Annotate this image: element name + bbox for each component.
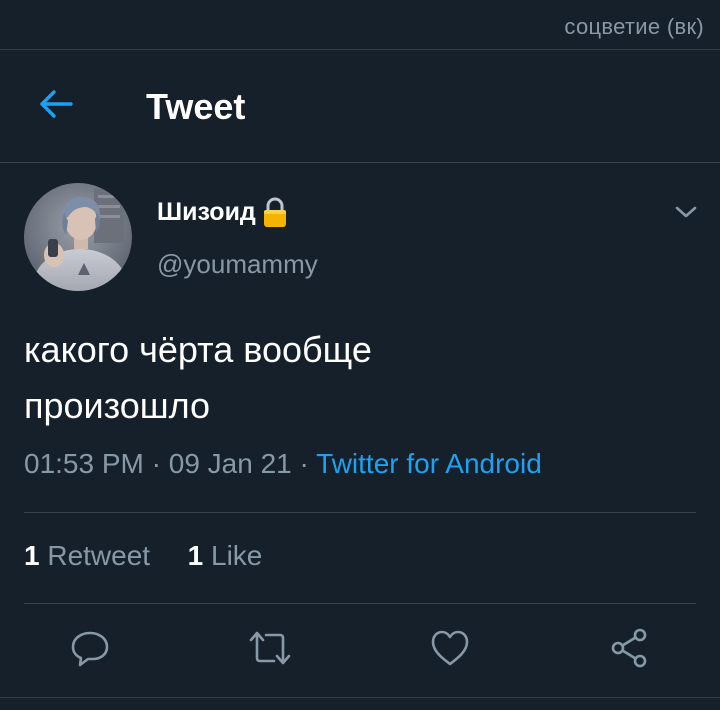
like-button[interactable] <box>426 626 474 674</box>
engagement-counts: 1 Retweet 1 Like <box>24 540 262 572</box>
retweet-icon <box>247 628 293 673</box>
tweet-time: 01:53 PM <box>24 448 144 479</box>
reply-icon <box>70 628 110 673</box>
page-title: Tweet <box>146 86 246 127</box>
retweets-label: Retweet <box>47 540 151 571</box>
lock-icon <box>260 196 290 228</box>
tweet-source-link[interactable]: Twitter for Android <box>316 448 542 479</box>
meta-separator: · <box>151 448 161 479</box>
likes-count: 1 <box>187 540 204 571</box>
share-icon <box>609 627 651 674</box>
tweet-text: какого чёрта вообще произошло <box>24 322 684 434</box>
display-name: Шизоид <box>157 197 256 226</box>
tweet-meta: 01:53 PM · 09 Jan 21 · Twitter for Andro… <box>24 448 542 480</box>
watermark-text: соцветие (вк) <box>564 14 704 39</box>
meta-separator: · <box>299 448 309 479</box>
header-bar: Tweet <box>0 50 720 162</box>
tweet-text-line: произошло <box>24 385 211 426</box>
likes-label: Like <box>211 540 263 571</box>
retweets-stat[interactable]: 1 Retweet <box>24 540 158 571</box>
author-handle: @youmammy <box>157 249 318 279</box>
back-button[interactable] <box>30 84 82 128</box>
more-options-button[interactable] <box>668 196 704 232</box>
action-bar <box>0 626 720 676</box>
bottom-divider <box>0 697 720 698</box>
heart-icon <box>429 628 471 673</box>
reply-button[interactable] <box>66 626 114 674</box>
divider <box>24 603 696 604</box>
avatar[interactable] <box>24 183 132 291</box>
retweets-count: 1 <box>24 540 40 571</box>
retweet-button[interactable] <box>246 626 294 674</box>
share-button[interactable] <box>606 626 654 674</box>
chevron-down-icon <box>674 204 698 225</box>
header-divider <box>0 162 720 163</box>
tweet-text-line: какого чёрта вообще <box>24 329 372 370</box>
author-name-row[interactable]: Шизоид <box>157 196 290 228</box>
arrow-left-icon <box>38 88 74 125</box>
tweet-date: 09 Jan 21 <box>168 448 292 479</box>
divider <box>24 512 696 513</box>
likes-stat[interactable]: 1 Like <box>188 540 263 571</box>
